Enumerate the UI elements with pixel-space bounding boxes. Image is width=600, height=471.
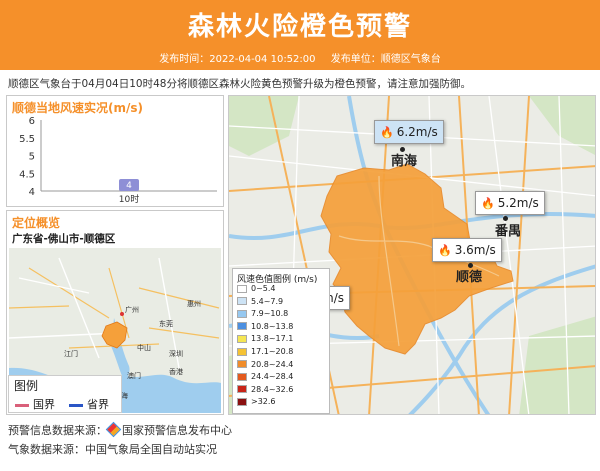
map-label-huizhou: 惠州	[187, 299, 201, 308]
boundary-legend: 图例 国界 省界	[8, 375, 122, 413]
scale-swatch	[237, 334, 247, 343]
scale-row: 0~5.4	[237, 284, 276, 295]
legend-title: 图例	[14, 379, 39, 393]
map-label-guangzhou: 广州	[125, 305, 139, 314]
location-panel-title: 定位概览	[12, 216, 61, 230]
publish-time: 发布时间：2022-04-04 10:52:00	[159, 54, 316, 65]
alert-summary: 顺德区气象台于04月04日10时48分将顺德区森林火险黄色预警升级为橙色预警，请…	[8, 78, 471, 90]
scale-swatch	[237, 397, 247, 406]
map-label-jiangmen: 江门	[64, 349, 78, 358]
scale-label: 20.8~24.4	[251, 359, 294, 369]
scale-swatch	[237, 284, 247, 293]
warning-source-label: 预警信息数据来源：	[8, 424, 107, 437]
scale-swatch	[237, 385, 247, 394]
map-label-hongkong: 香港	[169, 367, 183, 376]
scale-row: 28.4~32.6	[237, 385, 293, 396]
national-border-line	[15, 403, 29, 407]
scale-row: 5.4~7.9	[237, 297, 283, 308]
x-category-label: 10时	[119, 193, 139, 205]
scale-label: 28.4~32.6	[251, 384, 294, 394]
guangzhou-marker	[120, 312, 124, 316]
scale-row: 10.8~13.8	[237, 322, 293, 333]
map-label-zhongshan: 中山	[137, 343, 151, 352]
scale-label: 7.9~10.8	[251, 309, 289, 319]
alert-header: 森林火险橙色预警 发布时间：2022-04-04 10:52:00 发布单位：顺…	[0, 0, 600, 70]
wind-speed-panel: 顺德当地风速实况(m/s) 6 5.5 5 4.5 4 4 10时	[6, 95, 224, 207]
wind-label-shunde[interactable]: 🔥 3.6m/s	[432, 238, 502, 262]
scale-label: 0~5.4	[251, 284, 276, 293]
scale-swatch	[237, 297, 247, 306]
fire-drop-icon: 🔥	[481, 197, 495, 210]
wind-speed-scale-legend: 风速色值图例 (m/s) 0~5.4 5.4~7.9 7.9~10.8 10.8~13…	[232, 268, 330, 414]
map-label-dongguan: 东莞	[159, 319, 173, 328]
weather-source: 气象数据来源：中国气象局全国自动站实况	[8, 443, 217, 456]
city-label-panyu: 番禺	[495, 224, 522, 239]
scale-row: 24.4~28.4	[237, 372, 293, 383]
scale-row: 17.1~20.8	[237, 347, 293, 358]
legend-item-national-border: 国界	[15, 396, 55, 412]
scale-row: >32.6	[237, 397, 276, 408]
location-path: 广东省-佛山市-顺德区	[12, 233, 116, 245]
alert-meta: 发布时间：2022-04-04 10:52:00 发布单位：顺德区气象台	[0, 50, 600, 65]
warning-source: 预警信息数据来源： 国家预警信息发布中心	[8, 421, 232, 438]
map-label-macau: 澳门	[127, 371, 141, 380]
y-tick-label: 5.5	[19, 134, 35, 145]
scale-swatch	[237, 322, 247, 331]
scale-swatch	[237, 309, 247, 318]
scale-label: 17.1~20.8	[251, 347, 294, 356]
scale-row: 20.8~24.4	[237, 360, 293, 371]
scale-row: 7.9~10.8	[237, 309, 288, 320]
scale-label: 10.8~13.8	[251, 321, 294, 331]
province-border-line	[69, 403, 83, 407]
y-tick-label: 4.5	[19, 169, 35, 180]
y-tick-label: 4	[29, 187, 35, 198]
scale-label: 13.8~17.1	[251, 334, 294, 344]
wind-speed-chart: 6 5.5 5 4.5 4 4 10时	[19, 116, 217, 205]
scale-row: 13.8~17.1	[237, 334, 293, 345]
fire-drop-icon: 🔥	[438, 244, 452, 257]
alert-title: 森林火险橙色预警	[187, 12, 412, 42]
scale-label: 5.4~7.9	[251, 296, 284, 306]
wind-label-nanhai[interactable]: 🔥 6.2m/s	[374, 120, 444, 144]
y-tick-label: 6	[29, 116, 35, 127]
wind-label-panyu[interactable]: 🔥 5.2m/s	[475, 191, 545, 215]
city-label-nanhai: 南海	[391, 154, 418, 169]
scale-label: >32.6	[251, 397, 276, 407]
map-label-shenzhen: 深圳	[169, 349, 183, 358]
bar-value-label: 4	[126, 181, 132, 191]
y-tick-label: 5	[29, 152, 35, 163]
scale-swatch	[237, 347, 247, 356]
warning-center-logo-icon	[105, 421, 122, 438]
scale-swatch	[237, 372, 247, 381]
scale-swatch	[237, 360, 247, 369]
publisher: 发布单位：顺德区气象台	[330, 54, 441, 65]
warning-source-name[interactable]: 国家预警信息发布中心	[122, 424, 232, 437]
fire-drop-icon: 🔥	[380, 126, 394, 139]
scale-label: 24.4~28.4	[251, 372, 294, 382]
legend-item-province-border: 省界	[69, 396, 109, 412]
city-label-shunde: 顺德	[456, 270, 483, 285]
